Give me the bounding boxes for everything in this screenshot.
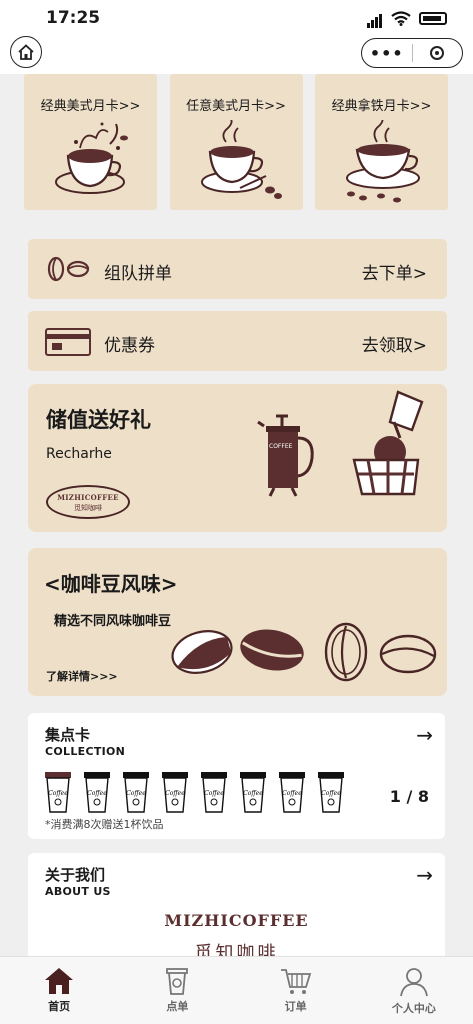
tab-label: 首页 (48, 1000, 71, 1013)
cup-label: Coffee (321, 790, 341, 797)
press-label: COFFEE (269, 443, 293, 450)
stamp-cup-empty: Coffee (161, 771, 189, 813)
bean-flavor-more-link[interactable]: 了解详情>>> (46, 668, 118, 684)
about-subtitle: ABOUT US (45, 885, 111, 898)
arrow-right-icon[interactable]: → (416, 723, 433, 747)
monthly-card-classic-latte[interactable]: 经典拿铁月卡>> (315, 74, 448, 210)
home-icon (45, 968, 74, 994)
stamp-cup-empty: Coffee (122, 771, 150, 813)
coffee-cup-icon: Coffee (318, 772, 344, 813)
person-icon (399, 968, 428, 997)
coffee-cup-icon (200, 120, 282, 199)
tab-label: 点单 (166, 1000, 189, 1013)
card-icon (45, 328, 91, 356)
coffee-cup-icon: Coffee (84, 772, 110, 813)
collection-title: 集点卡 (45, 726, 91, 744)
stored-value-subtitle: Recharhe (46, 446, 112, 462)
battery-icon (419, 12, 447, 25)
status-time: 17:25 (46, 8, 101, 28)
stored-value-card[interactable]: 储值送好礼 Recharhe MIZHICOFFEE 觅知咖啡 COFFEE (28, 384, 447, 532)
brand-logo: MIZHICOFFEE 觅知咖啡 (46, 485, 130, 519)
stamp-cup-empty: Coffee (317, 771, 345, 813)
target-icon (430, 46, 445, 60)
collection-note: *消费满8次赠送1杯饮品 (45, 818, 164, 831)
stamp-cup-empty: Coffee (83, 771, 111, 813)
tab-label: 订单 (284, 1000, 307, 1013)
stamp-cup-empty: Coffee (239, 771, 267, 813)
group-order-bar[interactable]: 组队拼单 去下单> (28, 239, 447, 299)
cart-icon (280, 969, 311, 994)
status-bar: 17:25 (0, 0, 473, 36)
coffee-cup-icon: Coffee (123, 772, 149, 813)
monthly-card-classic-americano[interactable]: 经典美式月卡>> (24, 74, 157, 210)
cup-label: Coffee (282, 790, 302, 797)
brand-logo-en: MIZHICOFFEE (57, 493, 119, 502)
arrow-right-icon[interactable]: → (416, 863, 433, 887)
coffee-cup-icon: Coffee (279, 772, 305, 813)
bean-flavor-subtitle: 精选不同风味咖啡豆 (54, 614, 172, 629)
signal-icon (367, 9, 383, 28)
mini-program-capsule: ••• (361, 38, 463, 68)
cup-label: Coffee (48, 790, 68, 797)
coffee-cup-icon: Coffee (201, 772, 227, 813)
tab-order[interactable]: 点单 (118, 957, 236, 1024)
about-logo-en: MIZHICOFFEE (164, 911, 309, 930)
siphon-brewer-icon (352, 390, 424, 496)
cup-label: Coffee (204, 790, 224, 797)
cup-icon (166, 968, 189, 995)
coffee-cup-icon: Coffee (240, 772, 266, 813)
tab-profile[interactable]: 个人中心 (355, 957, 473, 1024)
cup-label: Coffee (243, 790, 263, 797)
about-title: 关于我们 (45, 866, 106, 884)
french-press-icon: COFFEE (257, 414, 314, 497)
close-button[interactable] (413, 46, 463, 60)
cup-label: Coffee (165, 790, 185, 797)
stamp-cups: Coffee Coffee Coffee Coffee Coffee Coffee Coff… (44, 771, 345, 813)
home-button[interactable] (10, 36, 42, 68)
monthly-card-label: 经典拿铁月卡>> (331, 99, 432, 114)
bean-flavor-title: <咖啡豆风味> (44, 572, 178, 596)
stamp-cup-empty: Coffee (278, 771, 306, 813)
home-icon (18, 44, 34, 60)
status-icons (367, 9, 447, 28)
cup-label: Coffee (126, 790, 146, 797)
collection-subtitle: COLLECTION (45, 745, 126, 758)
monthly-card-any-americano[interactable]: 任意美式月卡>> (169, 74, 303, 210)
tab-bar: 首页 点单 订单 个人中心 (0, 956, 473, 1024)
nav-bar: ••• (0, 36, 473, 74)
coffee-bean-flavor-card[interactable]: <咖啡豆风味> 精选不同风味咖啡豆 了解详情>>> (28, 548, 447, 696)
coffee-cup-icon: Coffee (162, 772, 188, 813)
about-card[interactable]: 关于我们 ABOUT US → MIZHICOFFEE 觅知咖啡 (28, 853, 445, 973)
brand-logo-cn: 觅知咖啡 (74, 504, 102, 512)
wifi-icon (391, 11, 411, 26)
stamp-cup-filled: Coffee (44, 771, 72, 813)
collection-card[interactable]: 集点卡 COLLECTION → Coffee Coffee Coffee Coffe… (28, 713, 445, 839)
cup-label: Coffee (87, 790, 107, 797)
stamp-cup-empty: Coffee (200, 771, 228, 813)
monthly-card-label: 经典美式月卡>> (40, 99, 141, 114)
coffee-splash-icon (55, 122, 128, 194)
tab-orders[interactable]: 订单 (237, 957, 355, 1024)
group-order-title: 组队拼单 (104, 264, 172, 284)
coupon-bar[interactable]: 优惠券 去领取> (28, 311, 447, 371)
stored-value-title: 储值送好礼 (46, 408, 151, 432)
monthly-card-row: 经典美式月卡>> 任意美式月卡>> 经典拿铁月卡>> (24, 74, 448, 210)
coupon-title: 优惠券 (104, 336, 155, 356)
tab-label: 个人中心 (391, 1002, 436, 1015)
group-order-action[interactable]: 去下单> (362, 259, 427, 284)
tab-home[interactable]: 首页 (0, 957, 118, 1024)
coffee-beans-illustration (171, 622, 437, 682)
latte-cup-icon (346, 120, 420, 203)
coffee-cup-icon: Coffee (45, 772, 71, 813)
monthly-card-label: 任意美式月卡>> (186, 99, 286, 114)
coupon-action[interactable]: 去领取> (362, 331, 427, 356)
more-button[interactable]: ••• (362, 44, 412, 63)
collection-progress: 1 / 8 (389, 787, 429, 806)
coffee-beans-icon (47, 256, 90, 282)
